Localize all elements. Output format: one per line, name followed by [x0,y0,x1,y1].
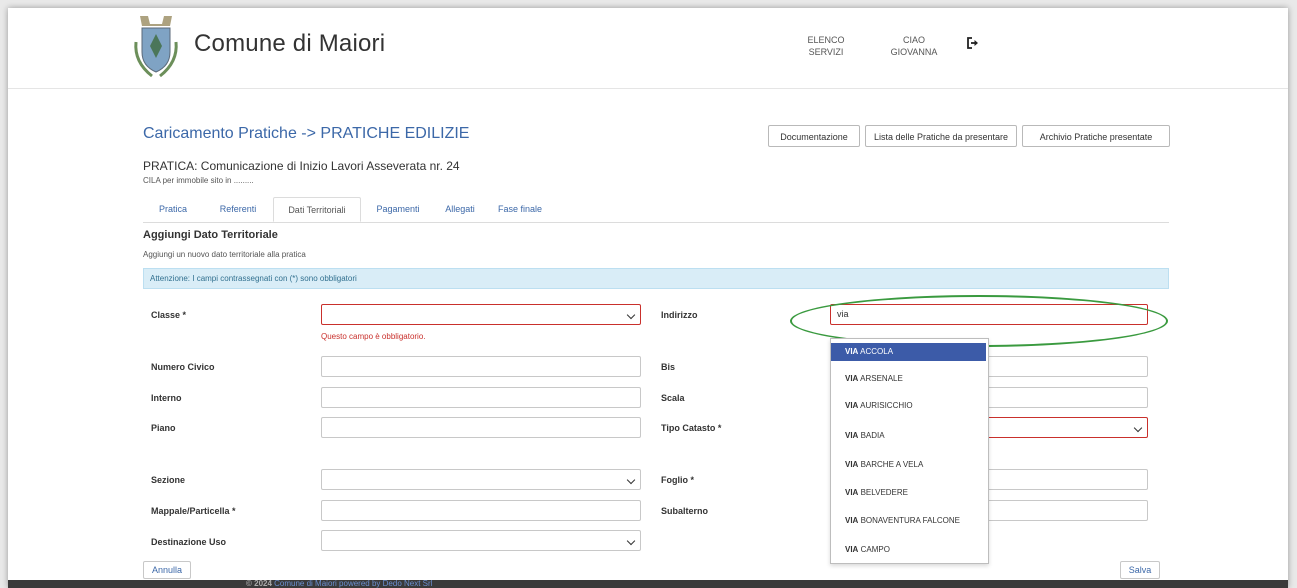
subalterno-label: Subalterno [661,506,709,516]
municipal-crest-logo [134,16,178,78]
destinazione-uso-select[interactable] [321,530,641,551]
interno-input[interactable] [321,387,641,408]
site-title: Comune di Maiori [194,30,386,57]
numero-civico-label: Numero Civico [151,362,215,372]
autocomplete-option[interactable]: VIA CAMPO [831,541,986,559]
piano-input[interactable] [321,417,641,438]
page: Comune di Maiori ELENCO SERVIZI CIAO GIO… [8,8,1288,588]
autocomplete-option[interactable]: VIA BONAVENTURA FALCONE [831,512,986,530]
destinazione-uso-label: Destinazione Uso [151,537,227,547]
foglio-label: Foglio * [661,475,694,485]
mappale-label: Mappale/Particella * [151,506,236,516]
indirizzo-label: Indirizzo [661,310,698,320]
documentazione-button[interactable]: Documentazione [768,125,860,147]
bis-label: Bis [661,362,676,372]
lista-pratiche-button[interactable]: Lista delle Pratiche da presentare [865,125,1017,147]
footer-link[interactable]: Comune di Maiori powered by Dedo Next Sr… [274,579,432,588]
autocomplete-option[interactable]: VIA ARSENALE [831,370,986,388]
elenco-servizi-link[interactable]: ELENCO SERVIZI [806,34,846,58]
archivio-pratiche-button[interactable]: Archivio Pratiche presentate [1022,125,1170,147]
autocomplete-option[interactable]: VIA ACCOLA [831,343,986,361]
chevron-down-icon [626,536,636,546]
indirizzo-input[interactable]: via [830,304,1148,325]
tab-pratica[interactable]: Pratica [143,197,203,222]
autocomplete-option[interactable]: VIA BELVEDERE [831,484,986,502]
classe-error-message: Questo campo è obbligatorio. [321,332,426,341]
section-title: Aggiungi Dato Territoriale [143,229,278,241]
tipo-catasto-label: Tipo Catasto * [661,423,722,433]
address-autocomplete-dropdown: VIA ACCOLA VIA ARSENALE VIA AURISICCHIO … [830,338,989,564]
interno-label: Interno [151,393,182,403]
classe-select[interactable] [321,304,641,325]
autocomplete-option[interactable]: VIA AURISICCHIO [831,397,986,415]
autocomplete-option[interactable]: VIA BADIA [831,427,986,445]
section-subtitle: Aggiungi un nuovo dato territoriale alla… [143,250,306,259]
chevron-down-icon [626,310,636,320]
tab-dati-territoriali[interactable]: Dati Territoriali [273,197,361,222]
tab-allegati[interactable]: Allegati [435,197,485,222]
salva-button[interactable]: Salva [1120,561,1160,579]
piano-label: Piano [151,423,176,433]
page-title: Caricamento Pratiche -> PRATICHE EDILIZI… [143,125,470,142]
sezione-label: Sezione [151,475,186,485]
classe-label: Classe * [151,310,187,320]
sezione-select[interactable] [321,469,641,490]
tab-referenti[interactable]: Referenti [207,197,269,222]
logout-icon[interactable] [966,36,980,50]
footer-text: © 2024 Comune di Maiori powered by Dedo … [246,579,432,588]
mappale-input[interactable] [321,500,641,521]
chevron-down-icon [626,475,636,485]
user-greeting-link[interactable]: CIAO GIOVANNA [886,34,942,58]
tab-fase-finale[interactable]: Fase finale [489,197,551,222]
elenco-servizi-line1: ELENCO [807,35,845,45]
tab-pagamenti[interactable]: Pagamenti [365,197,431,222]
header: Comune di Maiori ELENCO SERVIZI CIAO GIO… [8,8,1288,89]
annulla-button[interactable]: Annulla [143,561,191,579]
tab-bar: Pratica Referenti Dati Territoriali Paga… [143,197,1169,223]
autocomplete-option[interactable]: VIA BARCHE A VELA [831,456,986,474]
user-greeting-line2: GIOVANNA [890,47,938,57]
required-fields-alert: Attenzione: I campi contrassegnati con (… [143,268,1169,289]
elenco-servizi-line2: SERVIZI [808,47,844,57]
user-greeting-line1: CIAO [902,35,925,45]
numero-civico-input[interactable] [321,356,641,377]
pratica-title: PRATICA: Comunicazione di Inizio Lavori … [143,159,460,173]
scala-label: Scala [661,393,685,403]
footer: © 2024 Comune di Maiori powered by Dedo … [8,579,1288,588]
footer-copyright: © 2024 [246,579,275,588]
chevron-down-icon [1133,423,1143,433]
pratica-subtitle: CILA per immobile sito in ......... [143,176,254,185]
